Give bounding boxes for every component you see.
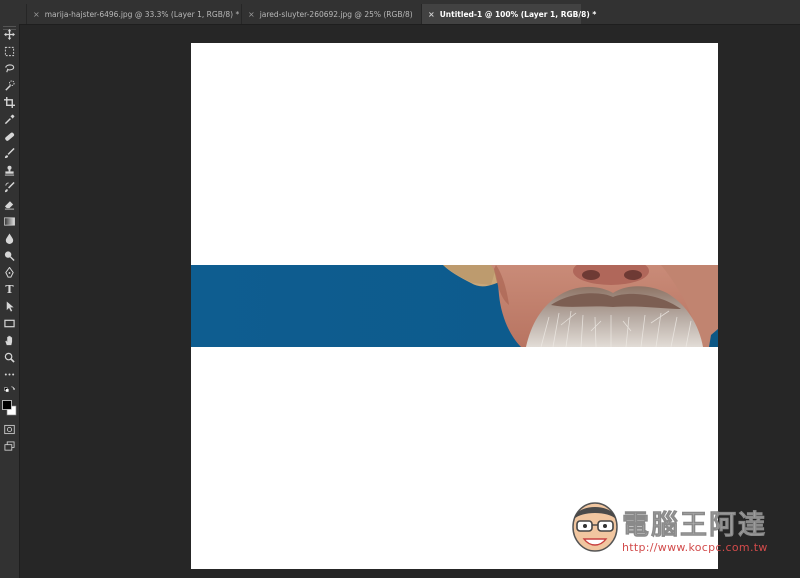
move-tool-icon[interactable] xyxy=(2,27,17,41)
path-selection-tool-icon[interactable] xyxy=(2,299,17,313)
close-tab-icon[interactable]: × xyxy=(428,10,435,19)
photoshop-window: × marija-hajster-6496.jpg @ 33.3% (Layer… xyxy=(0,0,800,578)
document-canvas[interactable] xyxy=(191,43,718,569)
hand-tool-icon[interactable] xyxy=(2,333,17,347)
type-tool-glyph: T xyxy=(5,282,14,296)
close-tab-icon[interactable]: × xyxy=(33,10,40,19)
tab-label: marija-hajster-6496.jpg @ 33.3% (Layer 1… xyxy=(44,9,240,19)
tab-label: jared-sluyter-260692.jpg @ 25% (RGB/8) xyxy=(259,9,413,19)
mascot-icon xyxy=(572,502,618,552)
tab-untitled-1[interactable]: × Untitled-1 @ 100% (Layer 1, RGB/8) * xyxy=(421,4,596,24)
dodge-tool-icon[interactable] xyxy=(2,248,17,262)
rectangle-tool-icon[interactable] xyxy=(2,316,17,330)
brush-tool-icon[interactable] xyxy=(2,146,17,160)
zoom-tool-icon[interactable] xyxy=(2,350,17,364)
site-watermark: 電腦王阿達 http://www.kocpc.com.tw xyxy=(560,495,790,565)
tab-marija-hajster[interactable]: × marija-hajster-6496.jpg @ 33.3% (Layer… xyxy=(26,4,241,24)
pen-tool-icon[interactable] xyxy=(2,265,17,279)
blur-tool-icon[interactable] xyxy=(2,231,17,245)
type-tool-icon[interactable]: T xyxy=(2,282,17,296)
tab-label: Untitled-1 @ 100% (Layer 1, RGB/8) * xyxy=(439,9,597,19)
quick-mask-icon[interactable] xyxy=(2,422,17,436)
clone-stamp-tool-icon[interactable] xyxy=(2,163,17,177)
edit-toolbar-icon[interactable] xyxy=(2,367,17,381)
lasso-tool-icon[interactable] xyxy=(2,61,17,75)
eyedropper-tool-icon[interactable] xyxy=(2,112,17,126)
quick-selection-tool-icon[interactable] xyxy=(2,78,17,92)
tab-jared-sluyter[interactable]: × jared-sluyter-260692.jpg @ 25% (RGB/8) xyxy=(241,4,421,24)
tools-panel: T xyxy=(0,24,20,578)
healing-brush-tool-icon[interactable] xyxy=(2,129,17,143)
close-tab-icon[interactable]: × xyxy=(248,10,255,19)
gradient-tool-icon[interactable] xyxy=(2,214,17,228)
foreground-background-color-icon[interactable] xyxy=(2,398,17,418)
image-layer-strip[interactable] xyxy=(191,265,718,347)
default-colors-icon[interactable] xyxy=(2,382,17,396)
document-tab-bar: × marija-hajster-6496.jpg @ 33.3% (Layer… xyxy=(0,0,800,25)
screen-mode-icon[interactable] xyxy=(2,439,17,453)
marquee-tool-icon[interactable] xyxy=(2,44,17,58)
watermark-title: 電腦王阿達 xyxy=(622,510,767,542)
eraser-tool-icon[interactable] xyxy=(2,197,17,211)
crop-tool-icon[interactable] xyxy=(2,95,17,109)
history-brush-tool-icon[interactable] xyxy=(2,180,17,194)
bearded-man-photo xyxy=(443,265,718,347)
watermark-url: http://www.kocpc.com.tw xyxy=(622,541,768,554)
